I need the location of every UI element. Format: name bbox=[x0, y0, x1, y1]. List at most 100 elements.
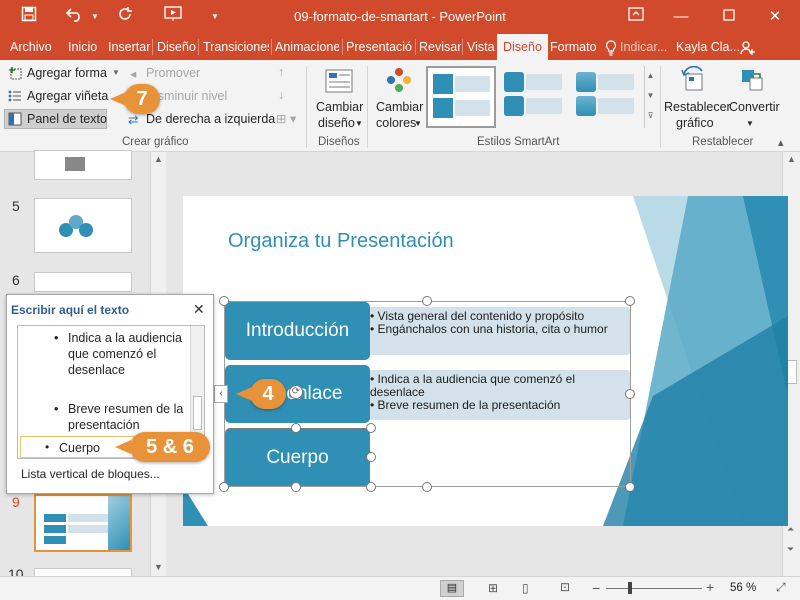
group-label-estilos: Estilos SmartArt bbox=[477, 136, 560, 148]
ribbon-tabs: Archivo Inicio Insertar Diseño Transicio… bbox=[0, 34, 800, 60]
add-shape-button[interactable]: Agregar forma bbox=[27, 66, 107, 80]
convert-icon[interactable] bbox=[738, 66, 766, 97]
tab-inicio[interactable]: Inicio bbox=[68, 34, 97, 60]
zoom-slider[interactable] bbox=[606, 582, 702, 594]
shape-handle-tr[interactable] bbox=[366, 423, 376, 433]
smartart-style-2[interactable] bbox=[500, 68, 568, 126]
move-down-icon[interactable]: ↓ bbox=[278, 88, 284, 102]
normal-view-icon[interactable]: ▤ bbox=[440, 580, 464, 597]
change-layout-label[interactable]: Cambiar bbox=[316, 100, 363, 114]
add-bullet-icon[interactable] bbox=[8, 89, 22, 106]
scroll-up-icon[interactable]: ▲ bbox=[154, 154, 163, 164]
tab-archivo[interactable]: Archivo bbox=[10, 34, 52, 60]
shape-handle-tm[interactable] bbox=[291, 423, 301, 433]
add-shape-icon[interactable] bbox=[8, 66, 22, 83]
close-icon[interactable]: ✕ bbox=[764, 6, 786, 28]
slide-thumbnail-6[interactable] bbox=[34, 272, 132, 292]
text-pane-scroll-thumb[interactable] bbox=[193, 396, 202, 430]
frame-handle-tl[interactable] bbox=[219, 296, 229, 306]
smartart-shape-cuerpo[interactable]: Cuerpo bbox=[225, 428, 370, 486]
ribbon-display-options-icon[interactable] bbox=[625, 6, 647, 28]
shape-handle-br[interactable] bbox=[366, 482, 376, 492]
reset-graphic-label[interactable]: Restablecer bbox=[664, 100, 731, 114]
user-name[interactable]: Kayla Cla... bbox=[676, 34, 740, 60]
shape-handle-bm[interactable] bbox=[291, 482, 301, 492]
smartart-shape-introduccion[interactable]: Introducción bbox=[225, 302, 370, 360]
tab-presentacion[interactable]: Presentació bbox=[346, 34, 413, 60]
text-pane-bullet-2[interactable]: • Breve resumen de la presentación bbox=[54, 401, 188, 433]
scroll-down-icon[interactable]: ▼ bbox=[154, 562, 163, 572]
zoom-slider-thumb[interactable] bbox=[628, 582, 632, 594]
slide-number-9: 9 bbox=[12, 494, 20, 510]
tell-me-search[interactable]: Indicar... bbox=[620, 34, 667, 60]
styles-gallery-scroll[interactable]: ▲ ▼ ⊽ bbox=[644, 66, 656, 128]
change-colors-label[interactable]: Cambiar bbox=[376, 100, 423, 114]
layout-icon[interactable]: ⊞ ▾ bbox=[276, 111, 296, 126]
editor-scroll-up-icon[interactable]: ▲ bbox=[787, 154, 796, 164]
next-slide-icon[interactable]: ⏷ bbox=[787, 544, 794, 555]
change-colors-dropdown-icon[interactable]: ▼ bbox=[414, 119, 422, 128]
minimize-icon[interactable]: — bbox=[670, 6, 692, 28]
text-pane-footer-link[interactable]: Lista vertical de bloques... bbox=[21, 467, 160, 481]
smartart-bullets-2[interactable]: • Indica a la audiencia que comenzó el d… bbox=[366, 370, 630, 420]
right-to-left-button[interactable]: De derecha a izquierda bbox=[146, 112, 275, 126]
tab-insertar[interactable]: Insertar bbox=[108, 34, 150, 60]
lightbulb-icon[interactable] bbox=[605, 34, 617, 60]
text-pane-button[interactable]: Panel de texto bbox=[4, 109, 107, 129]
convert-label[interactable]: Convertir bbox=[729, 100, 780, 114]
tab-revisar[interactable]: Revisar bbox=[419, 34, 461, 60]
slide-thumbnail-9[interactable] bbox=[34, 494, 132, 552]
tab-formato[interactable]: Formato bbox=[550, 34, 597, 60]
shape-handle-mr[interactable] bbox=[366, 452, 376, 462]
frame-handle-mr[interactable] bbox=[625, 389, 635, 399]
collapse-ribbon-icon[interactable]: ▴ bbox=[778, 136, 784, 149]
text-pane-close-icon[interactable]: ✕ bbox=[193, 301, 205, 318]
frame-handle-tr[interactable] bbox=[625, 296, 635, 306]
change-colors-icon[interactable] bbox=[384, 66, 414, 97]
frame-handle-bl[interactable] bbox=[219, 482, 229, 492]
text-pane-bullet-1[interactable]: • Indica a la audiencia que comenzó el de… bbox=[54, 330, 188, 378]
rotate-handle-icon[interactable]: ⟳ bbox=[289, 385, 303, 399]
text-pane-title: Escribir aquí el texto bbox=[11, 303, 130, 317]
frame-handle-tm[interactable] bbox=[422, 296, 432, 306]
change-layout-dropdown-icon[interactable]: ▼ bbox=[355, 119, 363, 128]
text-pane-scrollbar[interactable] bbox=[190, 326, 204, 434]
smartart-style-3[interactable] bbox=[572, 68, 640, 126]
right-to-left-icon[interactable]: ⇄ bbox=[128, 112, 138, 127]
slide-title[interactable]: Organiza tu Presentación bbox=[228, 230, 454, 253]
move-up-icon[interactable]: ↑ bbox=[278, 65, 284, 79]
zoom-out-icon[interactable]: − bbox=[592, 580, 600, 596]
maximize-icon[interactable] bbox=[718, 6, 740, 28]
expand-text-pane-icon[interactable]: ‹ bbox=[214, 385, 228, 403]
change-layout-icon[interactable] bbox=[324, 68, 354, 97]
fit-to-window-icon[interactable]: ⤢ bbox=[776, 580, 786, 595]
share-icon[interactable] bbox=[740, 34, 756, 60]
zoom-level[interactable]: 56 % bbox=[730, 582, 756, 594]
reading-view-icon[interactable]: ▯ bbox=[522, 581, 529, 595]
convert-dropdown-icon[interactable]: ▼ bbox=[746, 119, 754, 128]
change-colors-label-2[interactable]: colores bbox=[376, 116, 416, 130]
smartart-style-1[interactable] bbox=[426, 66, 496, 128]
callout-5-6-pointer bbox=[115, 440, 131, 454]
tab-transiciones[interactable]: Transiciones bbox=[203, 34, 269, 60]
prev-slide-icon[interactable]: ⏶ bbox=[787, 524, 794, 535]
slide-sorter-icon[interactable]: ⊞ bbox=[488, 581, 498, 595]
change-layout-label-2[interactable]: diseño bbox=[318, 116, 355, 130]
reset-graphic-icon[interactable] bbox=[680, 65, 708, 97]
frame-handle-bm[interactable] bbox=[422, 482, 432, 492]
add-bullet-button[interactable]: Agregar viñeta bbox=[27, 89, 108, 103]
tab-vista[interactable]: Vista bbox=[467, 34, 495, 60]
promote-button[interactable]: Promover bbox=[146, 66, 200, 80]
slide-thumbnail-5[interactable] bbox=[34, 198, 132, 253]
smartart-bullets-1[interactable]: • Vista general del contenido y propósit… bbox=[366, 307, 630, 355]
tab-animaciones[interactable]: Animaciones bbox=[275, 34, 339, 60]
slideshow-view-icon[interactable]: ⊡ bbox=[560, 580, 570, 594]
zoom-in-icon[interactable]: + bbox=[706, 579, 714, 595]
tab-smartart-diseno[interactable]: Diseño bbox=[497, 34, 548, 60]
slide-thumbnail-4[interactable] bbox=[34, 150, 132, 180]
promote-icon[interactable]: ◂ bbox=[130, 66, 136, 81]
reset-graphic-label-2[interactable]: gráfico bbox=[676, 116, 714, 130]
add-shape-dropdown-icon[interactable]: ▼ bbox=[112, 68, 120, 77]
frame-handle-br[interactable] bbox=[625, 482, 635, 492]
tab-diseno[interactable]: Diseño bbox=[157, 34, 196, 60]
